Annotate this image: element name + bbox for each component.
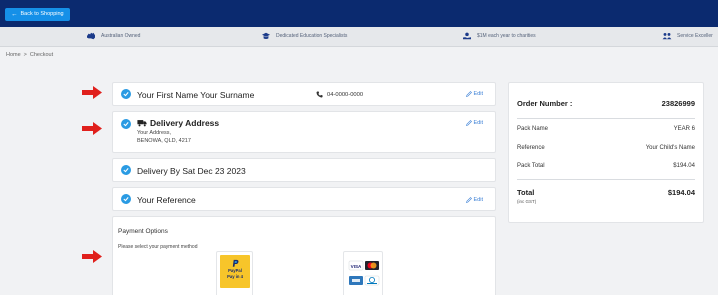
reference-title: Your Reference	[137, 195, 196, 205]
australia-map-icon	[87, 32, 95, 40]
order-number-value: 23826999	[661, 99, 695, 108]
total-row: Total $194.04	[517, 188, 695, 197]
paypal-pay-in-4-option[interactable]: PayPal Pay in 4	[216, 251, 253, 295]
summary-value: YEAR 6	[673, 126, 695, 132]
delivery-address-title: Delivery Address	[137, 118, 219, 128]
info-bar: Australian Owned Dedicated Education Spe…	[0, 27, 718, 47]
credit-card-option[interactable]: VISA	[343, 251, 383, 295]
info-label: $1M each year to charities	[477, 33, 536, 39]
divider	[517, 118, 695, 119]
paypal-sublabel: Pay in 4	[227, 273, 243, 279]
back-to-shopping-label: Back to Shopping	[20, 11, 64, 17]
summary-row: Pack Total $194.04	[517, 163, 695, 169]
edit-name-link[interactable]: Edit	[465, 91, 483, 97]
summary-value: Your Child's Name	[645, 145, 695, 151]
svg-text:VISA: VISA	[351, 264, 362, 269]
summary-label: Reference	[517, 145, 545, 151]
divider	[517, 179, 695, 180]
paypal-logo: PayPal Pay in 4	[220, 255, 250, 288]
people-icon	[662, 32, 672, 40]
edit-label: Edit	[473, 120, 483, 126]
info-item-service: Service Exceller	[662, 32, 713, 40]
phone-number: 04-0000-0000	[316, 91, 363, 98]
customer-name-card: Your First Name Your Surname 04-0000-000…	[112, 82, 496, 106]
breadcrumb-separator: >	[23, 52, 27, 58]
card-logos-icon: VISA	[348, 260, 380, 286]
phone-text: 04-0000-0000	[327, 91, 364, 98]
edit-label: Edit	[473, 197, 483, 203]
delivery-date: Delivery By Sat Dec 23 2023	[137, 166, 246, 176]
total-label: Total	[517, 188, 535, 197]
summary-label: Pack Name	[517, 126, 549, 132]
annotation-arrow-icon	[82, 122, 102, 135]
order-number-label: Order Number :	[517, 99, 573, 108]
address-line: Your Address,	[137, 130, 172, 136]
info-label: Dedicated Education Specialists	[276, 33, 348, 39]
breadcrumb-current: Checkout	[29, 52, 54, 58]
breadcrumb-home-link[interactable]: Home	[6, 52, 21, 58]
pencil-icon	[465, 91, 472, 97]
edit-delivery-link[interactable]: Edit	[465, 120, 483, 126]
summary-row: Reference Your Child's Name	[517, 145, 695, 151]
summary-row: Pack Name YEAR 6	[517, 126, 695, 132]
edit-reference-link[interactable]: Edit	[465, 197, 483, 203]
info-item-education-specialists: Dedicated Education Specialists	[261, 32, 347, 40]
paypal-p-icon	[232, 259, 238, 267]
reference-card: Your Reference Edit	[112, 187, 496, 211]
edit-label: Edit	[473, 91, 483, 97]
graduation-cap-icon	[262, 32, 270, 39]
order-number-row: Order Number : 23826999	[517, 99, 695, 108]
check-circle-icon	[121, 119, 131, 129]
check-circle-icon	[121, 165, 131, 175]
arrow-left-icon: ←	[11, 11, 18, 18]
info-label: Australian Owned	[101, 33, 141, 39]
phone-icon	[316, 91, 323, 98]
charity-hand-icon	[463, 32, 471, 40]
annotation-arrow-icon	[82, 86, 102, 99]
top-bar: ← Back to Shopping	[0, 0, 718, 27]
check-circle-icon	[121, 89, 131, 99]
info-item-charities: $1M each year to charities	[462, 32, 536, 40]
summary-label: Pack Total	[517, 163, 545, 169]
info-label: Service Exceller	[677, 33, 713, 39]
diners-club-icon	[364, 275, 380, 286]
annotation-arrow-icon	[82, 250, 102, 263]
payment-options-title: Payment Options	[118, 228, 168, 235]
pencil-icon	[465, 197, 472, 203]
delivery-address-label: Delivery Address	[150, 118, 220, 128]
visa-icon: VISA	[348, 260, 364, 271]
back-to-shopping-button[interactable]: ← Back to Shopping	[5, 8, 70, 21]
total-gst-note: (inc GST)	[517, 199, 537, 204]
payment-options-card: Payment Options Please select your payme…	[112, 216, 496, 295]
address-line: BENOWA, QLD, 4217	[137, 138, 191, 144]
delivery-date-card: Delivery By Sat Dec 23 2023	[112, 158, 496, 182]
payment-options-subtitle: Please select your payment method	[118, 244, 198, 250]
delivery-truck-icon	[137, 120, 147, 127]
check-circle-icon	[121, 194, 131, 204]
order-summary-card: Order Number : 23826999 Pack Name YEAR 6…	[508, 82, 704, 223]
delivery-address-card: Delivery Address Your Address, BENOWA, Q…	[112, 111, 496, 153]
paypal-label: PayPal	[228, 268, 242, 273]
info-item-australian-owned: Australian Owned	[86, 32, 140, 40]
breadcrumb: Home > Checkout	[6, 52, 53, 58]
customer-name: Your First Name Your Surname	[137, 90, 255, 100]
total-value: $194.04	[667, 188, 695, 197]
mastercard-icon	[365, 261, 379, 270]
amex-icon	[349, 276, 363, 285]
summary-value: $194.04	[673, 163, 695, 169]
pencil-icon	[465, 120, 472, 126]
